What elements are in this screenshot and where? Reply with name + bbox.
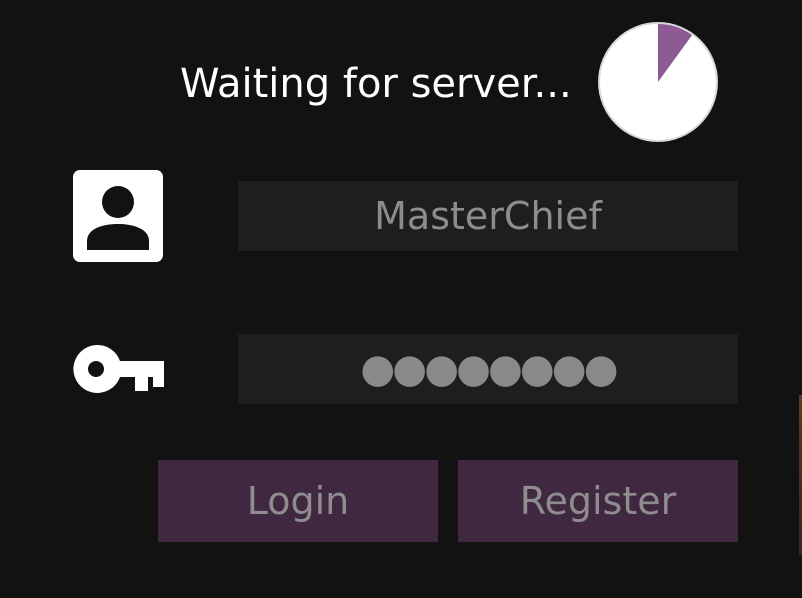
password-field[interactable]: ●●●●●●●● — [238, 334, 738, 404]
login-button[interactable]: Login — [158, 460, 438, 542]
user-icon — [73, 170, 163, 262]
register-button[interactable]: Register — [458, 460, 738, 542]
username-field[interactable]: MasterChief — [238, 181, 738, 251]
password-mask: ●●●●●●●● — [360, 346, 618, 392]
loading-timer-icon — [598, 22, 718, 142]
login-screen: Waiting for server... MasterChief ●●●●●●… — [0, 0, 802, 598]
status-text: Waiting for server... — [180, 61, 572, 107]
key-icon — [73, 344, 164, 393]
